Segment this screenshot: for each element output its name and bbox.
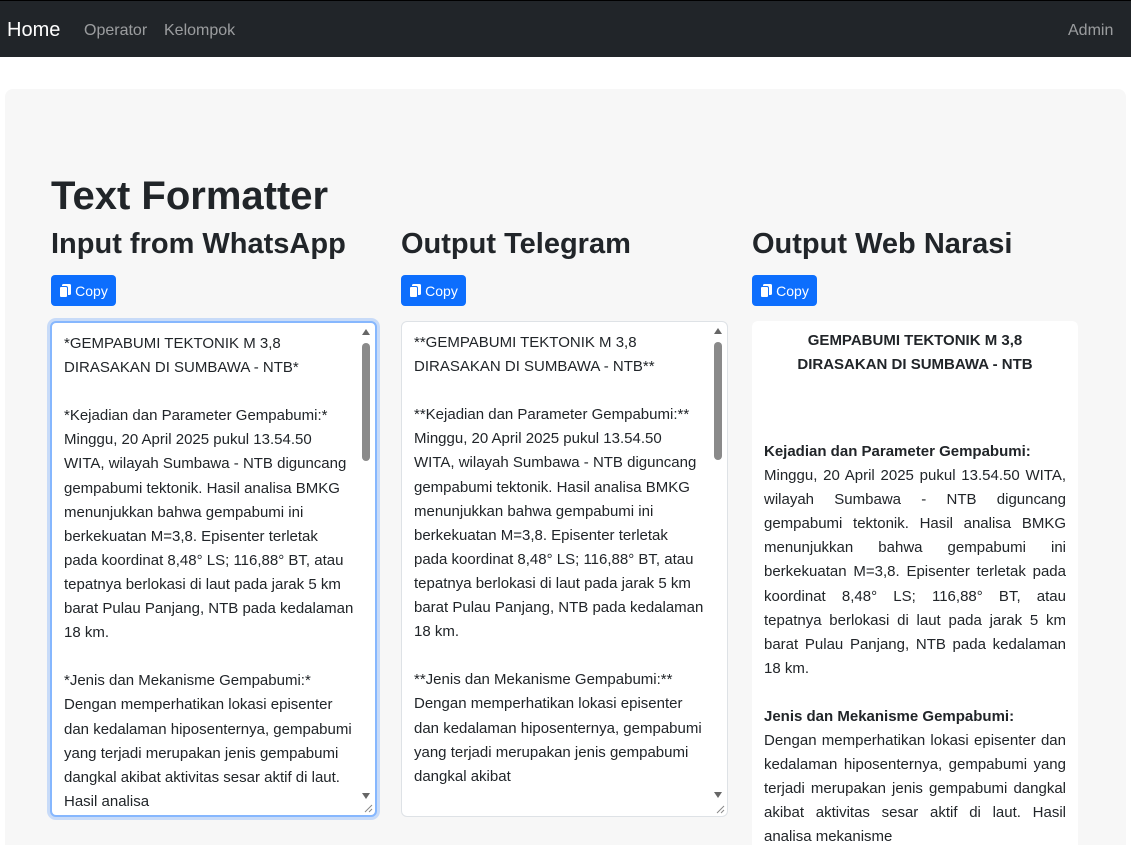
input-scrollbar[interactable]: [360, 327, 372, 799]
narasi-section-kejadian-body: Minggu, 20 April 2025 pukul 13.54.50 WIT…: [764, 467, 1066, 677]
copy-telegram-label: Copy: [425, 282, 458, 299]
copy-narasi-button[interactable]: Copy: [752, 275, 817, 306]
clipboard-copy-icon: [760, 283, 773, 298]
telegram-textarea[interactable]: **GEMPABUMI TEKTONIK M 3,8 DIRASAKAN DI …: [401, 321, 728, 817]
navbar: Home Operator Kelompok Admin: [0, 0, 1131, 57]
narasi-title: GEMPABUMI TEKTONIK M 3,8 DIRASAKAN DI SU…: [797, 332, 1033, 373]
page-title: Text Formatter: [51, 174, 329, 218]
input-text: *GEMPABUMI TEKTONIK M 3,8 DIRASAKAN DI S…: [64, 335, 354, 810]
narasi-output: GEMPABUMI TEKTONIK M 3,8 DIRASAKAN DI SU…: [752, 321, 1078, 845]
scroll-up-icon[interactable]: [362, 329, 370, 335]
resize-grip-icon[interactable]: [714, 803, 725, 814]
copy-input-button[interactable]: Copy: [51, 275, 116, 306]
narasi-section-kejadian-heading: Kejadian dan Parameter Gempabumi:: [764, 443, 1031, 460]
narasi-section-jenis-heading: Jenis dan Mekanisme Gempabumi:: [764, 708, 1015, 725]
scroll-down-icon[interactable]: [362, 793, 370, 799]
narasi-section-jenis: Jenis dan Mekanisme Gempabumi: Dengan me…: [764, 705, 1066, 845]
telegram-scrollbar[interactable]: [712, 326, 724, 798]
nav-item-operator[interactable]: Operator: [84, 21, 147, 41]
copy-input-label: Copy: [75, 282, 108, 299]
input-textarea[interactable]: *GEMPABUMI TEKTONIK M 3,8 DIRASAKAN DI S…: [50, 321, 377, 817]
narasi-section-jenis-body: Dengan memperhatikan lokasi episenter da…: [764, 732, 1066, 845]
clipboard-copy-icon: [59, 283, 72, 298]
scroll-thumb[interactable]: [362, 343, 370, 461]
resize-grip-icon[interactable]: [362, 802, 373, 813]
scroll-down-icon[interactable]: [714, 792, 722, 798]
narasi-section-kejadian: Kejadian dan Parameter Gempabumi: Minggu…: [764, 440, 1066, 681]
narasi-column-title: Output Web Narasi: [752, 228, 1013, 260]
copy-narasi-label: Copy: [776, 282, 809, 299]
telegram-text: **GEMPABUMI TEKTONIK M 3,8 DIRASAKAN DI …: [414, 334, 704, 785]
scroll-up-icon[interactable]: [714, 328, 722, 334]
clipboard-copy-icon: [409, 283, 422, 298]
copy-telegram-button[interactable]: Copy: [401, 275, 466, 306]
scroll-thumb[interactable]: [714, 342, 722, 460]
nav-item-kelompok[interactable]: Kelompok: [164, 21, 235, 41]
input-column-title: Input from WhatsApp: [51, 228, 346, 260]
nav-item-admin[interactable]: Admin: [1068, 21, 1113, 41]
telegram-column-title: Output Telegram: [401, 228, 631, 260]
nav-brand-home[interactable]: Home: [7, 18, 60, 42]
